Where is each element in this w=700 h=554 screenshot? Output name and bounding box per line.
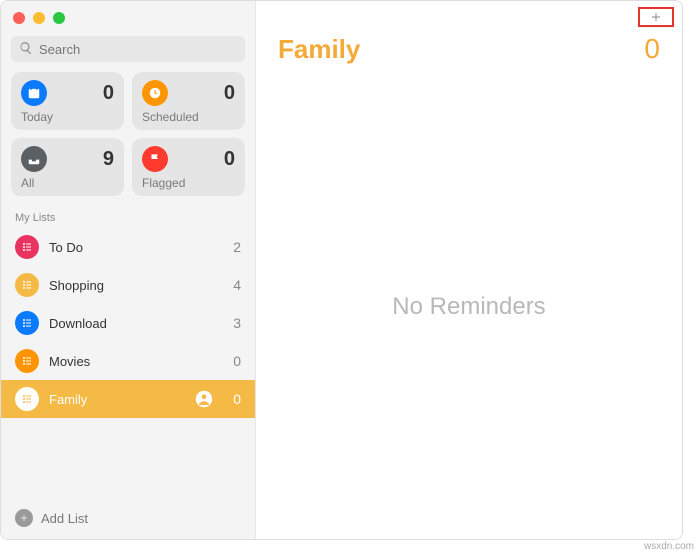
smart-card-all[interactable]: 9 All bbox=[11, 138, 124, 196]
plus-circle-icon bbox=[15, 509, 33, 527]
main-toolbar bbox=[256, 1, 682, 27]
reminders-window: 0 Today 0 Scheduled 9 bbox=[0, 0, 683, 540]
smart-card-scheduled-label: Scheduled bbox=[142, 110, 235, 124]
list-row-movies[interactable]: Movies 0 bbox=[1, 342, 255, 380]
smart-card-scheduled-count: 0 bbox=[224, 82, 235, 105]
my-lists-header: My Lists bbox=[1, 204, 255, 228]
close-window-button[interactable] bbox=[13, 12, 25, 24]
smart-card-today-count: 0 bbox=[103, 82, 114, 105]
list-row-download[interactable]: Download 3 bbox=[1, 304, 255, 342]
search-field[interactable] bbox=[11, 36, 245, 62]
search-wrap bbox=[1, 32, 255, 72]
list-count: 0 bbox=[233, 391, 241, 407]
sidebar: 0 Today 0 Scheduled 9 bbox=[1, 1, 256, 539]
list-count: 2 bbox=[233, 239, 241, 255]
list-title: Family bbox=[278, 34, 360, 65]
list-row-todo[interactable]: To Do 2 bbox=[1, 228, 255, 266]
watermark: wsxdn.com bbox=[644, 541, 694, 552]
smart-list-cards: 0 Today 0 Scheduled 9 bbox=[1, 72, 255, 204]
main-header: Family 0 bbox=[256, 27, 682, 75]
window-controls bbox=[1, 1, 255, 32]
smart-card-today[interactable]: 0 Today bbox=[11, 72, 124, 130]
add-reminder-button[interactable] bbox=[638, 7, 674, 27]
flag-icon bbox=[142, 146, 168, 172]
list-name: To Do bbox=[49, 240, 83, 255]
list-name: Download bbox=[49, 316, 107, 331]
list-bullet-icon bbox=[15, 311, 39, 335]
clock-icon bbox=[142, 80, 168, 106]
list-name: Shopping bbox=[49, 278, 104, 293]
search-icon bbox=[19, 41, 33, 58]
tray-icon bbox=[21, 146, 47, 172]
search-input[interactable] bbox=[39, 42, 237, 57]
main-panel: Family 0 No Reminders bbox=[256, 1, 682, 539]
calendar-day-icon bbox=[21, 80, 47, 106]
list-name: Family bbox=[49, 392, 87, 407]
list-bullet-icon bbox=[15, 387, 39, 411]
smart-card-flagged[interactable]: 0 Flagged bbox=[132, 138, 245, 196]
list-bullet-icon bbox=[15, 349, 39, 373]
smart-card-flagged-count: 0 bbox=[224, 148, 235, 171]
list-name: Movies bbox=[49, 354, 90, 369]
my-lists: To Do 2 Shopping 4 Download 3 bbox=[1, 228, 255, 497]
shared-person-icon bbox=[195, 390, 213, 408]
add-list-button[interactable]: Add List bbox=[1, 497, 255, 539]
smart-card-flagged-label: Flagged bbox=[142, 176, 235, 190]
zoom-window-button[interactable] bbox=[53, 12, 65, 24]
list-total-count: 0 bbox=[644, 33, 660, 65]
list-count: 3 bbox=[233, 315, 241, 331]
smart-card-today-label: Today bbox=[21, 110, 114, 124]
empty-state-text: No Reminders bbox=[392, 293, 545, 321]
add-list-label: Add List bbox=[41, 511, 88, 526]
main-body: No Reminders bbox=[256, 75, 682, 539]
list-count: 4 bbox=[233, 277, 241, 293]
list-count: 0 bbox=[233, 353, 241, 369]
list-bullet-icon bbox=[15, 273, 39, 297]
smart-card-scheduled[interactable]: 0 Scheduled bbox=[132, 72, 245, 130]
list-bullet-icon bbox=[15, 235, 39, 259]
smart-card-all-count: 9 bbox=[103, 148, 114, 171]
smart-card-all-label: All bbox=[21, 176, 114, 190]
minimize-window-button[interactable] bbox=[33, 12, 45, 24]
list-row-family[interactable]: Family 0 bbox=[1, 380, 255, 418]
list-row-shopping[interactable]: Shopping 4 bbox=[1, 266, 255, 304]
